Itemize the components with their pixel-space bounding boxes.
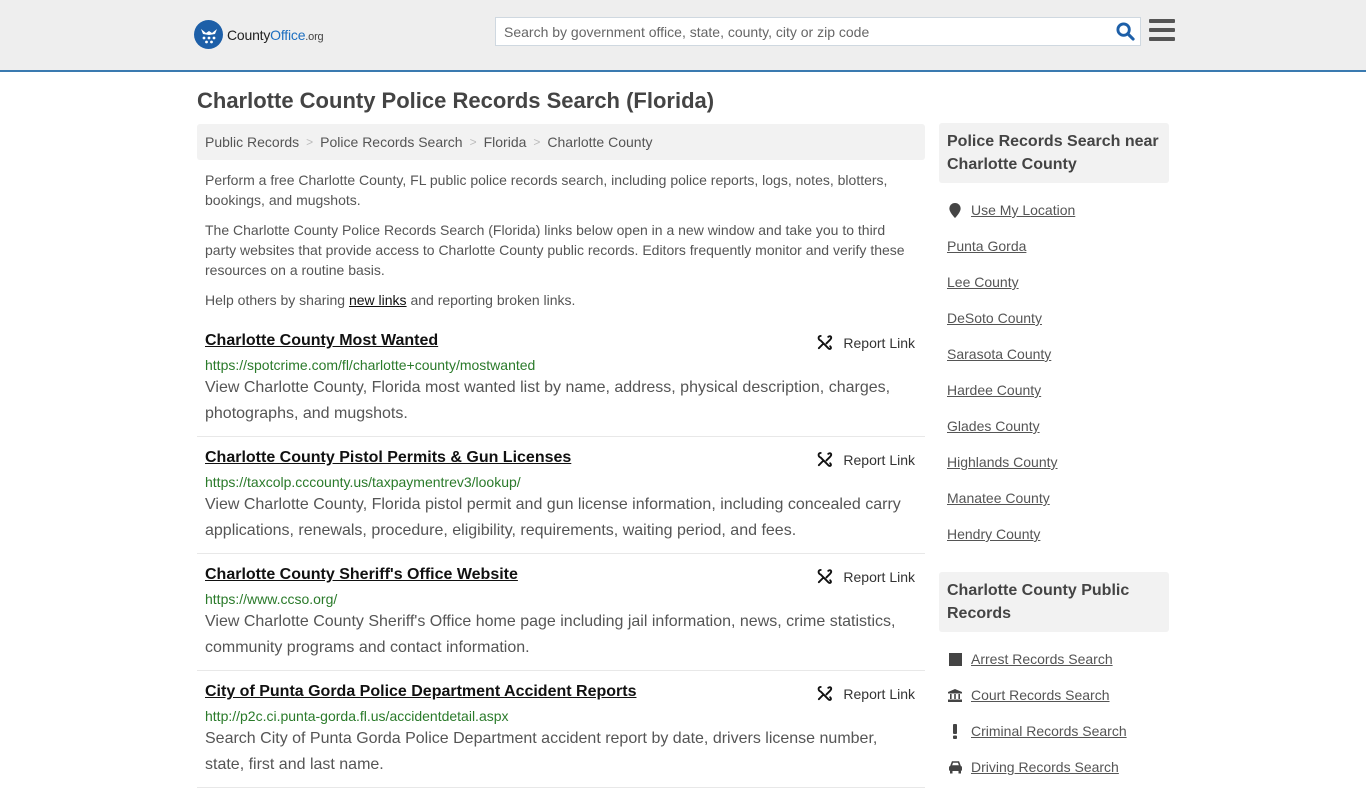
report-link-button[interactable]: Report Link: [816, 451, 915, 468]
exclamation-icon: [947, 723, 963, 739]
nearby-item: Hardee County: [947, 372, 1161, 408]
breadcrumb-police-records-search[interactable]: Police Records Search: [320, 134, 462, 150]
result-item: City of Punta Gorda Police Department Ac…: [197, 671, 925, 788]
site-logo[interactable]: CountyOffice.org: [194, 20, 324, 49]
square-icon: [947, 652, 963, 666]
courthouse-icon: [947, 688, 963, 702]
nearby-link-sarasota-county[interactable]: Sarasota County: [947, 346, 1051, 362]
nearby-item: Glades County: [947, 408, 1161, 444]
result-title-link[interactable]: Charlotte County Pistol Permits & Gun Li…: [205, 447, 571, 469]
search-button[interactable]: [1110, 18, 1140, 45]
search-input[interactable]: [496, 18, 1110, 45]
use-my-location-item: Use My Location: [947, 192, 1161, 228]
page-title: Charlotte County Police Records Search (…: [197, 88, 715, 113]
public-record-item: Court Records Search: [947, 677, 1161, 713]
result-description: View Charlotte County, Florida pistol pe…: [205, 496, 901, 539]
nearby-item: Sarasota County: [947, 336, 1161, 372]
result-url[interactable]: https://taxcolp.cccounty.us/taxpaymentre…: [205, 472, 917, 492]
nearby-link-glades-county[interactable]: Glades County: [947, 418, 1040, 434]
nearby-link-lee-county[interactable]: Lee County: [947, 274, 1019, 290]
public-record-item: Driving Records Search: [947, 749, 1161, 785]
result-item: Charlotte County Most Wanted Report Link…: [197, 320, 925, 437]
nearby-link-punta-gorda[interactable]: Punta Gorda: [947, 238, 1026, 254]
map-pin-icon: [947, 202, 963, 218]
search-box: [495, 17, 1141, 46]
breadcrumb-public-records[interactable]: Public Records: [205, 134, 299, 150]
broken-link-icon: [818, 568, 833, 584]
sidebar: Police Records Search near Charlotte Cou…: [939, 123, 1169, 785]
nearby-item: DeSoto County: [947, 300, 1161, 336]
nearby-link-hardee-county[interactable]: Hardee County: [947, 382, 1041, 398]
breadcrumb-florida[interactable]: Florida: [484, 134, 527, 150]
menu-bar: [1149, 28, 1175, 32]
intro-paragraph: Perform a free Charlotte County, FL publ…: [205, 172, 888, 208]
public-record-item: Criminal Records Search: [947, 713, 1161, 749]
public-records-heading: Charlotte County Public Records: [939, 572, 1169, 632]
search-icon: [1115, 22, 1135, 41]
intro-paragraph: Help others by sharing new links and rep…: [205, 292, 576, 308]
breadcrumb: Public Records > Police Records Search >…: [197, 124, 925, 160]
menu-bar: [1149, 37, 1175, 41]
nearby-link-hendry-county[interactable]: Hendry County: [947, 526, 1040, 542]
new-links-link[interactable]: new links: [349, 292, 407, 308]
result-description: View Charlotte County, Florida most want…: [205, 379, 891, 422]
breadcrumb-separator: >: [533, 135, 541, 149]
nearby-link-desoto-county[interactable]: DeSoto County: [947, 310, 1042, 326]
hamburger-menu-button[interactable]: [1149, 19, 1175, 41]
driving-records-link[interactable]: Driving Records Search: [971, 759, 1119, 775]
broken-link-icon: [818, 334, 833, 350]
arrest-records-link[interactable]: Arrest Records Search: [971, 651, 1113, 667]
broken-link-icon: [818, 451, 833, 467]
nearby-item: Lee County: [947, 264, 1161, 300]
public-records-list: Arrest Records Search Court Records Sear…: [939, 632, 1169, 785]
result-item: Charlotte County Sheriff's Office Websit…: [197, 554, 925, 671]
breadcrumb-separator: >: [306, 135, 314, 149]
result-description: Search City of Punta Gorda Police Depart…: [205, 730, 878, 773]
result-url[interactable]: http://p2c.ci.punta-gorda.fl.us/accident…: [205, 706, 917, 726]
nearby-item: Punta Gorda: [947, 228, 1161, 264]
car-icon: [947, 760, 963, 774]
nearby-item: Manatee County: [947, 480, 1161, 516]
intro-text: Perform a free Charlotte County, FL publ…: [197, 160, 925, 310]
court-records-link[interactable]: Court Records Search: [971, 687, 1110, 703]
criminal-records-link[interactable]: Criminal Records Search: [971, 723, 1127, 739]
result-description: View Charlotte County Sheriff's Office h…: [205, 613, 896, 656]
eagle-stars-logo-icon: [194, 20, 223, 49]
nearby-link-highlands-county[interactable]: Highlands County: [947, 454, 1058, 470]
report-link-button[interactable]: Report Link: [816, 685, 915, 702]
report-link-button[interactable]: Report Link: [816, 568, 915, 585]
menu-bar: [1149, 19, 1175, 23]
main-content: Public Records > Police Records Search >…: [197, 124, 925, 788]
result-url[interactable]: https://spotcrime.com/fl/charlotte+count…: [205, 355, 917, 375]
use-my-location-link[interactable]: Use My Location: [971, 202, 1075, 218]
report-link-button[interactable]: Report Link: [816, 334, 915, 351]
nearby-item: Highlands County: [947, 444, 1161, 480]
result-title-link[interactable]: Charlotte County Most Wanted: [205, 330, 438, 352]
nearby-list: Use My Location Punta Gorda Lee County D…: [939, 183, 1169, 552]
result-title-link[interactable]: City of Punta Gorda Police Department Ac…: [205, 681, 636, 703]
nearby-heading: Police Records Search near Charlotte Cou…: [939, 123, 1169, 183]
nearby-link-manatee-county[interactable]: Manatee County: [947, 490, 1050, 506]
intro-paragraph: The Charlotte County Police Records Sear…: [205, 222, 905, 278]
result-url[interactable]: https://www.ccso.org/: [205, 589, 917, 609]
public-record-item: Arrest Records Search: [947, 641, 1161, 677]
broken-link-icon: [818, 685, 833, 701]
site-header: CountyOffice.org: [0, 0, 1366, 72]
breadcrumb-separator: >: [469, 135, 477, 149]
nearby-item: Hendry County: [947, 516, 1161, 552]
logo-text: CountyOffice.org: [227, 26, 324, 43]
result-title-link[interactable]: Charlotte County Sheriff's Office Websit…: [205, 564, 518, 586]
breadcrumb-charlotte-county[interactable]: Charlotte County: [547, 134, 652, 150]
result-item: Charlotte County Pistol Permits & Gun Li…: [197, 437, 925, 554]
